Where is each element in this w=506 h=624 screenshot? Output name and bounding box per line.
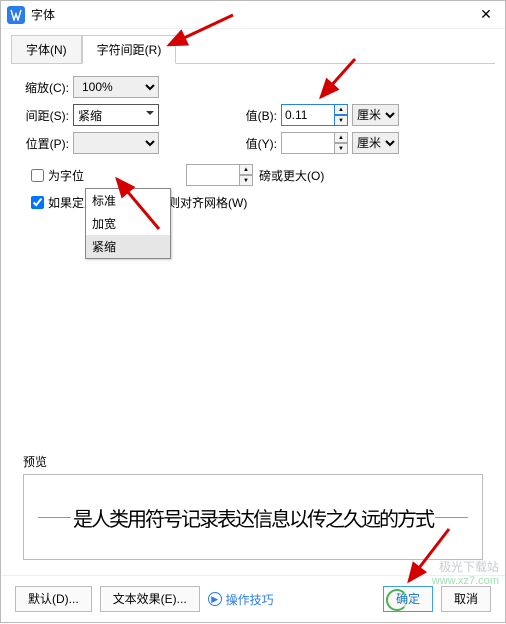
cancel-button[interactable]: 取消 [441,586,491,612]
text-effects-button[interactable]: 文本效果(E)... [100,586,200,612]
spacing-option-expanded[interactable]: 加宽 [86,212,170,235]
app-icon [7,6,25,24]
chevron-down-icon [146,111,154,119]
value-y-label: 值(Y): [231,135,281,152]
spacing-label: 间距(S): [17,107,73,124]
tab-char-spacing[interactable]: 字符间距(R) [82,35,177,64]
value-b-up[interactable]: ▲ [334,104,348,115]
value-y-input[interactable] [281,132,335,154]
value-b-down[interactable]: ▼ [334,115,348,126]
spacing-option-standard[interactable]: 标准 [86,189,170,212]
scale-label: 缩放(C): [17,79,73,96]
kerning-checkbox[interactable] [31,169,44,182]
tips-link[interactable]: ▶ 操作技巧 [208,591,274,608]
position-label: 位置(P): [17,135,73,152]
kerning-size-input[interactable] [186,164,240,186]
scale-combo[interactable]: 100% [73,76,159,98]
snap-grid-checkbox[interactable] [31,196,44,209]
kerning-down[interactable]: ▼ [239,175,253,186]
play-icon: ▶ [208,592,222,606]
spacing-option-condensed[interactable]: 紧缩 [86,235,170,258]
tab-font[interactable]: 字体(N) [11,35,82,64]
close-button[interactable]: ✕ [473,4,499,26]
kerning-label: 为字位 [48,167,84,184]
tips-label: 操作技巧 [226,591,274,608]
spacing-select-value: 紧缩 [78,107,102,124]
ok-button[interactable]: 确定 [383,586,433,612]
value-y-up[interactable]: ▲ [334,132,348,143]
defaults-button[interactable]: 默认(D)... [15,586,92,612]
value-b-input[interactable] [281,104,335,126]
preview-box: 是人类用符号记录表达信息以传之久远的方式 [23,474,483,560]
value-b-label: 值(B): [231,107,281,124]
spacing-dropdown: 标准 加宽 紧缩 [85,188,171,259]
kerning-suffix: 磅或更大(O) [259,167,324,184]
kerning-up[interactable]: ▲ [239,164,253,175]
preview-text: 是人类用符号记录表达信息以传之久远的方式 [71,503,435,532]
preview-label: 预览 [23,453,489,470]
unit-b-select[interactable]: 厘米 [352,104,399,126]
value-y-down[interactable]: ▼ [334,143,348,154]
position-combo[interactable] [73,132,159,154]
window-title: 字体 [31,6,473,23]
unit-y-select[interactable]: 厘米 [352,132,399,154]
spacing-select[interactable]: 紧缩 [73,104,159,126]
